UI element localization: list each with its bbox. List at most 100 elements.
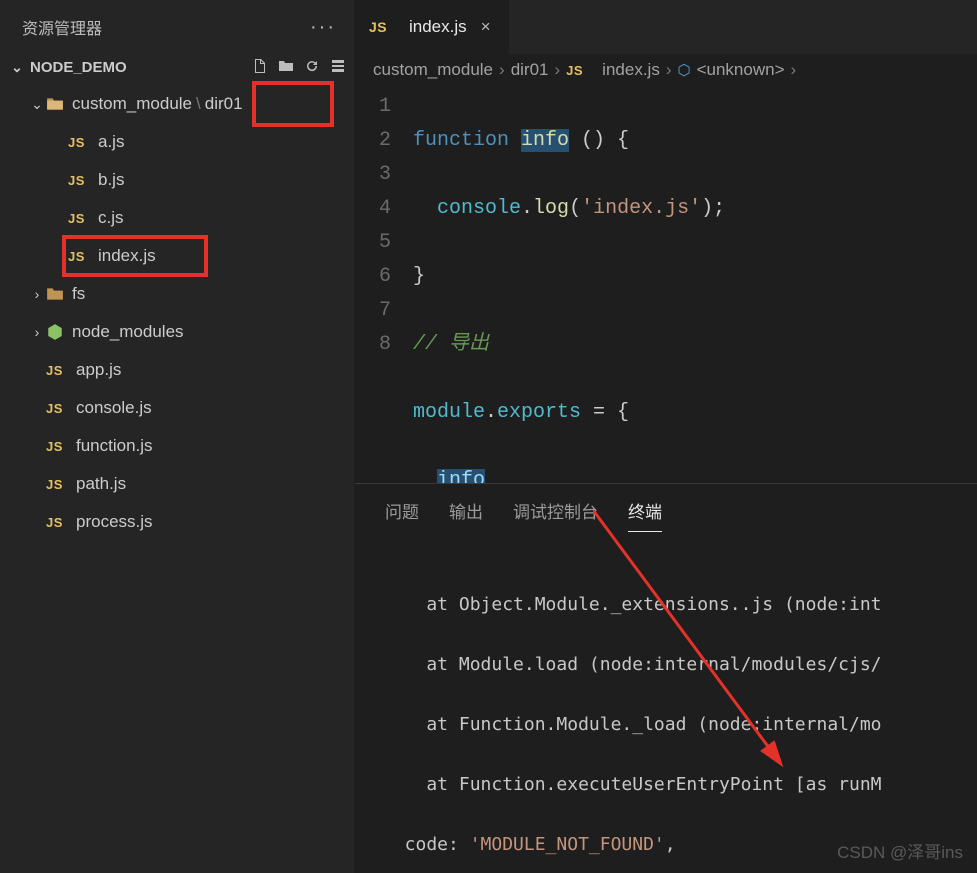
line-no: 8 xyxy=(355,328,391,362)
file-label: app.js xyxy=(76,360,121,380)
file-path-js[interactable]: › JS path.js xyxy=(0,465,354,503)
folder-label-dir01: dir01 xyxy=(205,94,243,114)
js-file-icon: JS xyxy=(68,211,90,226)
node-modules-icon xyxy=(46,323,64,341)
file-index-js[interactable]: JS index.js xyxy=(0,237,354,275)
js-file-icon: JS xyxy=(566,63,588,78)
collapse-icon[interactable] xyxy=(330,58,346,77)
property: info xyxy=(437,469,485,483)
line-no: 2 xyxy=(355,124,391,158)
annotation-box xyxy=(252,81,334,127)
js-file-icon: JS xyxy=(46,401,68,416)
editor-area: JS index.js × custom_module › dir01 › JS… xyxy=(355,0,977,873)
tab-debug-console[interactable]: 调试控制台 xyxy=(513,498,598,532)
folder-icon xyxy=(46,285,64,303)
crumb[interactable]: <unknown> xyxy=(697,60,785,80)
file-b-js[interactable]: JS b.js xyxy=(0,161,354,199)
more-icon[interactable]: ··· xyxy=(310,16,336,39)
crumb[interactable]: index.js xyxy=(602,60,660,80)
tab-index-js[interactable]: JS index.js × xyxy=(355,0,510,54)
folder-node-modules[interactable]: › node_modules xyxy=(0,313,354,351)
sidebar-header: 资源管理器 ··· xyxy=(0,0,354,54)
method: log xyxy=(533,197,569,220)
project-actions xyxy=(252,58,346,77)
line-no: 4 xyxy=(355,192,391,226)
file-app-js[interactable]: › JS app.js xyxy=(0,351,354,389)
line-no: 1 xyxy=(355,90,391,124)
breadcrumb[interactable]: custom_module › dir01 › JS index.js › ⬡ … xyxy=(355,54,977,86)
folder-label: custom_module xyxy=(72,94,192,114)
file-label: c.js xyxy=(98,208,124,228)
symbol-icon: ⬡ xyxy=(677,61,690,79)
code-editor[interactable]: 1 2 3 4 5 6 7 8 function info () { conso… xyxy=(355,86,977,483)
chevron-right-icon: › xyxy=(791,60,797,80)
line-gutter: 1 2 3 4 5 6 7 8 xyxy=(355,86,413,483)
tab-problems[interactable]: 问题 xyxy=(385,498,419,532)
chevron-right-icon: › xyxy=(666,60,672,80)
new-file-icon[interactable] xyxy=(252,58,268,77)
file-label: path.js xyxy=(76,474,126,494)
js-file-icon: JS xyxy=(68,173,90,188)
bottom-panel: 问题 输出 调试控制台 终端 at Object.Module._extensi… xyxy=(355,483,977,873)
chevron-down-icon: ⌄ xyxy=(28,96,46,113)
project-header[interactable]: ⌄ NODE_DEMO xyxy=(0,54,354,81)
terminal-output[interactable]: at Object.Module._extensions..js (node:i… xyxy=(355,532,977,873)
project-name: NODE_DEMO xyxy=(30,59,127,76)
explorer-sidebar: 资源管理器 ··· ⌄ NODE_DEMO ⌄ custom_mod xyxy=(0,0,355,873)
chevron-down-icon: ⌄ xyxy=(8,59,26,76)
code-text: () { xyxy=(569,129,629,152)
js-file-icon: JS xyxy=(46,363,68,378)
js-file-icon: JS xyxy=(46,439,68,454)
file-label: b.js xyxy=(98,170,124,190)
folder-fs[interactable]: › fs xyxy=(0,275,354,313)
chevron-right-icon: › xyxy=(28,324,46,340)
file-label: console.js xyxy=(76,398,152,418)
terminal-line: at Module.load (node:internal/modules/cj… xyxy=(383,650,949,680)
code-text: = { xyxy=(581,401,629,424)
code-content[interactable]: function info () { console.log('index.js… xyxy=(413,86,977,483)
panel-tabs: 问题 输出 调试控制台 终端 xyxy=(355,484,977,532)
js-file-icon: JS xyxy=(46,515,68,530)
js-file-icon: JS xyxy=(369,19,391,35)
object: console xyxy=(437,197,521,220)
object: module xyxy=(413,401,485,424)
js-file-icon: JS xyxy=(46,477,68,492)
folder-custom-module[interactable]: ⌄ custom_module \ dir01 xyxy=(0,85,354,123)
file-console-js[interactable]: › JS console.js xyxy=(0,389,354,427)
crumb[interactable]: dir01 xyxy=(511,60,549,80)
close-icon[interactable]: × xyxy=(477,17,495,37)
line-no: 7 xyxy=(355,294,391,328)
line-no: 6 xyxy=(355,260,391,294)
tab-output[interactable]: 输出 xyxy=(449,498,483,532)
file-label: function.js xyxy=(76,436,153,456)
property: exports xyxy=(497,401,581,424)
watermark: CSDN @泽哥ins xyxy=(837,838,963,863)
terminal-line: at Object.Module._extensions..js (node:i… xyxy=(383,590,949,620)
string: 'index.js' xyxy=(581,197,701,220)
file-process-js[interactable]: › JS process.js xyxy=(0,503,354,541)
file-c-js[interactable]: JS c.js xyxy=(0,199,354,237)
function-name: info xyxy=(521,129,569,152)
new-folder-icon[interactable] xyxy=(278,58,294,77)
file-label: index.js xyxy=(98,246,156,266)
file-a-js[interactable]: JS a.js xyxy=(0,123,354,161)
terminal-line: at Function.Module._load (node:internal/… xyxy=(383,710,949,740)
chevron-right-icon: › xyxy=(555,60,561,80)
line-no: 3 xyxy=(355,158,391,192)
refresh-icon[interactable] xyxy=(304,58,320,77)
chevron-right-icon: › xyxy=(28,286,46,302)
folder-label: node_modules xyxy=(72,322,184,342)
file-label: a.js xyxy=(98,132,124,152)
js-file-icon: JS xyxy=(68,135,90,150)
crumb[interactable]: custom_module xyxy=(373,60,493,80)
line-no: 5 xyxy=(355,226,391,260)
tab-bar: JS index.js × xyxy=(355,0,977,54)
chevron-right-icon: › xyxy=(499,60,505,80)
comment: // 导出 xyxy=(413,333,489,356)
terminal-line: at Function.executeUserEntryPoint [as ru… xyxy=(383,770,949,800)
keyword: function xyxy=(413,129,509,152)
folder-label: fs xyxy=(72,284,85,304)
file-function-js[interactable]: › JS function.js xyxy=(0,427,354,465)
tab-terminal[interactable]: 终端 xyxy=(628,498,662,532)
explorer-title: 资源管理器 xyxy=(22,15,102,39)
